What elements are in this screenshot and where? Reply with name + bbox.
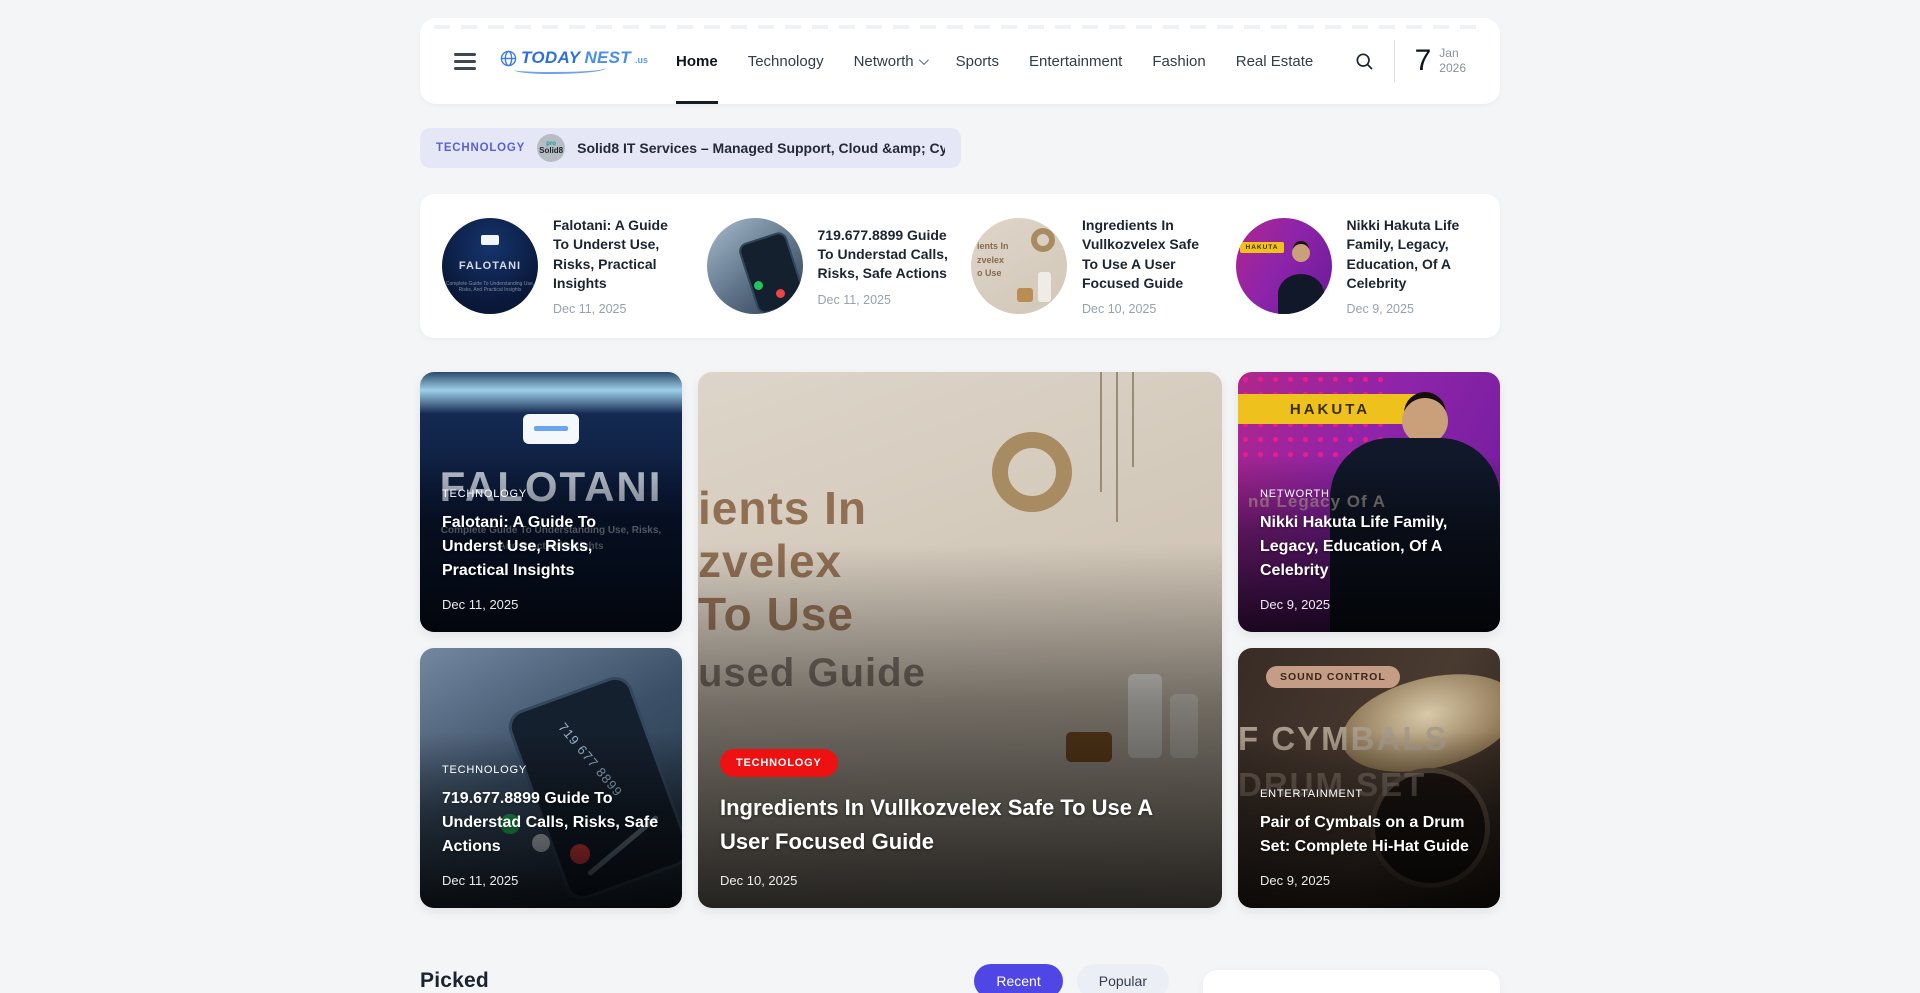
card-date: Dec 9, 2025 — [1260, 597, 1478, 612]
tab-popular[interactable]: Popular — [1077, 964, 1169, 993]
breaking-news-ticker[interactable]: TECHNOLOGY pro Solid8 Solid8 IT Services… — [420, 128, 961, 168]
menu-hamburger-icon[interactable] — [454, 53, 476, 70]
article-date: Dec 10, 2025 — [1082, 302, 1214, 316]
featured-card-ingredients[interactable]: ients In zvelex To Use used Guide TECHNO… — [698, 372, 1222, 908]
picked-sidebar: Picked View All — [1203, 970, 1500, 993]
article-date: Dec 9, 2025 — [1347, 302, 1479, 316]
nav-item-sports[interactable]: Sports — [956, 18, 999, 104]
card-title[interactable]: 719.677.8899 Guide To Understad Calls, R… — [442, 787, 660, 859]
logo-suffix: .us — [635, 55, 648, 65]
card-category[interactable]: TECHNOLOGY — [442, 488, 660, 500]
site-logo[interactable]: TODAY NEST .us — [500, 48, 648, 74]
article-thumbnail: FALOTANI Complete Guide To Understanding… — [442, 218, 538, 314]
featured-card-nikki-hakuta[interactable]: HAKUTA nd Legacy Of A NETWORTH Nikki Hak… — [1238, 372, 1500, 632]
nav-item-home[interactable]: Home — [676, 18, 718, 104]
card-date: Dec 11, 2025 — [442, 873, 660, 888]
ticker-avatar: pro Solid8 — [537, 134, 565, 162]
list-item[interactable]: ients In zvelex o Use Ingredients In Vul… — [971, 216, 1214, 316]
page-title-picked: Picked — [420, 969, 489, 993]
ticker-category: TECHNOLOGY — [436, 142, 525, 154]
article-title[interactable]: Nikki Hakuta Life Family, Legacy, Educat… — [1347, 216, 1479, 293]
chevron-down-icon — [919, 55, 929, 65]
card-title[interactable]: Nikki Hakuta Life Family, Legacy, Educat… — [1260, 511, 1478, 583]
article-title[interactable]: Ingredients In Vullkozvelex Safe To Use … — [1082, 216, 1214, 293]
nav-item-real-estate[interactable]: Real Estate — [1236, 18, 1314, 104]
list-item[interactable]: FALOTANI Complete Guide To Understanding… — [442, 216, 685, 316]
card-title[interactable]: Falotani: A Guide To Underst Use, Risks,… — [442, 511, 660, 583]
picked-section: Picked Recent Popular Picked View All — [420, 956, 1500, 993]
list-item[interactable]: 719.677.8899 Guide To Understad Calls, R… — [707, 216, 950, 316]
card-category[interactable]: TECHNOLOGY — [442, 764, 660, 776]
article-date: Dec 11, 2025 — [818, 293, 950, 307]
nav-item-entertainment[interactable]: Entertainment — [1029, 18, 1122, 104]
card-date: Dec 10, 2025 — [720, 873, 1200, 888]
header-divider — [1394, 40, 1395, 82]
article-thumbnail — [707, 218, 803, 314]
article-thumbnail: HAKUTA — [1236, 218, 1332, 314]
date-day: 7 — [1415, 44, 1432, 78]
ticker-headline[interactable]: Solid8 IT Services – Managed Support, Cl… — [577, 140, 945, 156]
main-nav: Home Technology Networth Sports Entertai… — [676, 18, 1313, 104]
card-category[interactable]: NETWORTH — [1260, 488, 1478, 500]
search-icon[interactable] — [1354, 51, 1374, 71]
header-right: 7 Jan 2026 — [1354, 18, 1466, 104]
list-item[interactable]: HAKUTA Nikki Hakuta Life Family, Legacy,… — [1236, 216, 1479, 316]
date-widget: 7 Jan 2026 — [1415, 44, 1466, 78]
card-category-badge[interactable]: TECHNOLOGY — [720, 749, 838, 777]
article-title[interactable]: 719.677.8899 Guide To Understad Calls, R… — [818, 226, 950, 284]
card-title[interactable]: Ingredients In Vullkozvelex Safe To Use … — [720, 791, 1200, 859]
site-header: TODAY NEST .us Home Technology Networth … — [420, 18, 1500, 104]
recent-articles-strip: FALOTANI Complete Guide To Understanding… — [420, 194, 1500, 338]
article-date: Dec 11, 2025 — [553, 302, 685, 316]
featured-card-cymbals[interactable]: SOUND CONTROL F CYMBALS DRUM SET ENTERTA… — [1238, 648, 1500, 908]
date-month: Jan — [1439, 46, 1466, 61]
picked-tabs: Recent Popular — [974, 964, 1169, 993]
nav-item-fashion[interactable]: Fashion — [1152, 18, 1205, 104]
nav-item-technology[interactable]: Technology — [748, 18, 824, 104]
tab-recent[interactable]: Recent — [974, 964, 1062, 993]
card-date: Dec 9, 2025 — [1260, 873, 1478, 888]
logo-swoosh — [514, 64, 606, 74]
card-date: Dec 11, 2025 — [442, 597, 660, 612]
article-title[interactable]: Falotani: A Guide To Underst Use, Risks,… — [553, 216, 685, 293]
date-year: 2026 — [1439, 61, 1466, 76]
article-thumbnail: ients In zvelex o Use — [971, 218, 1067, 314]
card-category[interactable]: ENTERTAINMENT — [1260, 788, 1478, 800]
card-title[interactable]: Pair of Cymbals on a Drum Set: Complete … — [1260, 811, 1478, 859]
nav-item-networth[interactable]: Networth — [854, 18, 926, 104]
featured-card-phone-guide[interactable]: 719 677 8899 TECHNOLOGY 719.677.8899 Gui… — [420, 648, 682, 908]
featured-grid: FALOTANI Complete Guide To Understanding… — [420, 372, 1500, 908]
featured-card-falotani[interactable]: FALOTANI Complete Guide To Understanding… — [420, 372, 682, 632]
